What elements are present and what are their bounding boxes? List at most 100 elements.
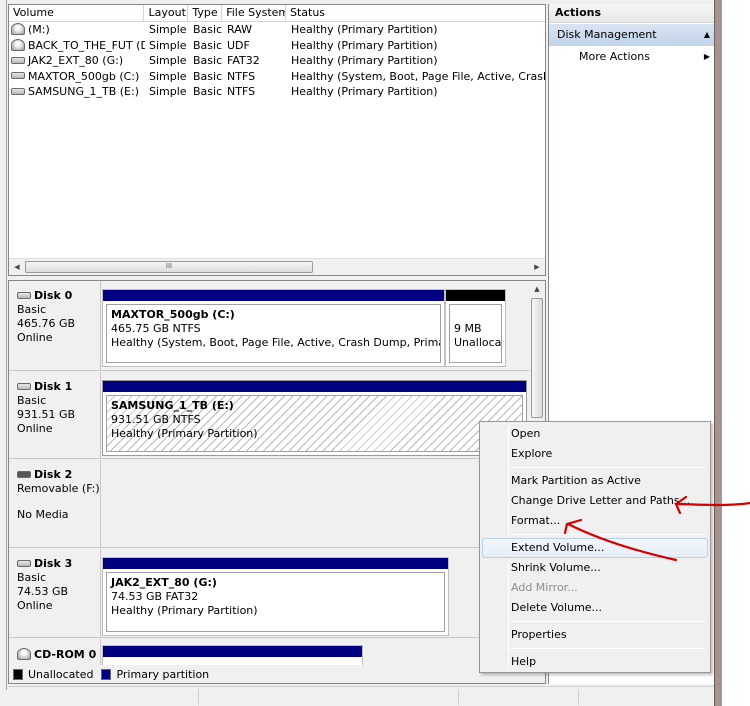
window-left-edge [0,0,7,690]
section-label: Disk Management [557,28,657,41]
partition-jak2-g[interactable]: JAK2_EXT_80 (G:) 74.53 GB FAT32 Healthy … [102,557,449,636]
collapse-up-icon[interactable]: ▲ [704,24,710,46]
volume-name: BACK_TO_THE_FUT (D:) [28,38,145,52]
primary-partition-bar [103,646,362,657]
volume-status: Healthy (System, Boot, Page File, Active… [291,69,545,83]
menu-item-extend-volume[interactable]: Extend Volume... [482,538,708,558]
disk-name: CD-ROM 0 [34,648,97,661]
status-bar-divider [458,689,459,705]
column-header-layout[interactable]: Layout [144,5,189,22]
volume-fs: FAT32 [227,54,260,67]
hard-drive-icon [17,559,31,567]
unallocated-swatch [13,668,23,680]
submenu-arrow-icon: ▶ [703,52,710,61]
volume-name: SAMSUNG_1_TB (E:) [28,85,139,98]
partition-status: Unallocat [454,336,502,349]
menu-item-properties[interactable]: Properties [482,625,708,645]
partition-name: SAMSUNG_1_TB (E:) [111,399,234,412]
menu-item-shrink-volume[interactable]: Shrink Volume... [482,558,708,578]
partition-maxtor-c[interactable]: MAXTOR_500gb (C:) 465.75 GB NTFS Healthy… [102,289,445,367]
partition-status: Healthy (System, Boot, Page File, Active… [111,336,440,349]
primary-partition-bar [103,558,448,569]
volume-layout: Simple [149,69,187,83]
disk-row-2[interactable]: Disk 2 Removable (F:) No Media [9,460,531,548]
status-bar-divider [578,689,579,705]
hard-drive-icon [11,72,25,79]
context-menu: Open Explore Mark Partition as Active Ch… [479,421,711,673]
disk-info[interactable]: Disk 1 Basic 931.51 GB Online [9,372,101,458]
volume-type: Basic [193,85,223,98]
disk-size: 74.53 GB [17,585,69,598]
disk-state: Online [17,331,53,344]
menu-separator [510,648,706,649]
volume-layout: Simple [149,85,187,98]
window-right-edge [714,0,722,706]
volume-fs: NTFS [227,69,256,83]
column-header-status[interactable]: Status [286,5,545,22]
menu-separator [510,621,706,622]
disk-kind: Basic [17,303,47,316]
disk-info[interactable]: Disk 3 Basic 74.53 GB Online [9,549,101,637]
volume-row[interactable]: JAK2_EXT_80 (G:) Simple Basic FAT32 Heal… [9,53,545,69]
volume-row[interactable]: (M:) Simple Basic RAW Healthy (Primary P… [9,22,545,38]
disk-row-1[interactable]: Disk 1 Basic 931.51 GB Online SAMSUNG_1_… [9,372,531,459]
disk-kind: Basic [17,394,47,407]
disk-info[interactable]: Disk 2 Removable (F:) No Media [9,460,101,547]
disk-state: Online [17,599,53,612]
scroll-right-arrow-icon[interactable]: ▶ [529,259,545,276]
menu-separator [510,467,706,468]
volume-name: MAXTOR_500gb (C:) [28,69,140,83]
actions-title: Actions [549,4,718,23]
actions-section-disk-management[interactable]: Disk Management ▲ [549,24,718,46]
disk-row-0[interactable]: Disk 0 Basic 465.76 GB Online MAXTOR_500… [9,281,531,371]
menu-item-change-drive-letter[interactable]: Change Drive Letter and Paths... [482,491,708,511]
volume-row[interactable]: MAXTOR_500gb (C:) Simple Basic NTFS Heal… [9,69,545,85]
scroll-left-arrow-icon[interactable]: ◀ [9,259,25,276]
unallocated-bar [446,290,505,301]
more-actions-item[interactable]: More Actions ▶ [549,46,718,68]
disk-state: Online [17,422,53,435]
partition-status: Healthy (Primary Partition) [111,604,258,617]
menu-item-explore[interactable]: Explore [482,444,708,464]
column-header-type[interactable]: Type [188,5,223,22]
column-header-volume[interactable]: Volume [9,5,145,22]
column-header-file-system[interactable]: File System [222,5,286,22]
cd-drive-icon [17,648,31,660]
disk-name: Disk 0 [34,289,73,302]
partition-body: 9 MB Unallocat [449,304,502,363]
primary-partition-swatch [101,668,112,680]
menu-item-format[interactable]: Format... [482,511,708,531]
volume-status: Healthy (Primary Partition) [291,54,438,67]
menu-item-mark-active[interactable]: Mark Partition as Active [482,471,708,491]
volume-row[interactable]: BACK_TO_THE_FUT (D:) Simple Basic UDF He… [9,38,545,54]
horizontal-scrollbar[interactable]: ◀ III ▶ [9,258,545,275]
scroll-up-arrow-icon[interactable]: ▲ [529,281,545,297]
partition-unallocated[interactable]: 9 MB Unallocat [445,289,506,367]
volume-status: Healthy (Primary Partition) [291,38,438,52]
disk-graphical-pane: Disk 0 Basic 465.76 GB Online MAXTOR_500… [8,280,546,684]
menu-item-help[interactable]: Help [482,652,708,672]
hard-drive-icon [11,56,25,64]
disk-row-3[interactable]: Disk 3 Basic 74.53 GB Online JAK2_EXT_80… [9,549,531,638]
status-bar [8,686,714,706]
partition-status: Healthy (Primary Partition) [111,427,258,440]
volume-fs: RAW [227,23,252,36]
vertical-scroll-thumb[interactable] [531,298,543,418]
partition-detail: 74.53 GB FAT32 [111,590,199,603]
menu-item-open[interactable]: Open [482,424,708,444]
menu-item-delete-volume[interactable]: Delete Volume... [482,598,708,618]
disk-name: Disk 2 [34,468,73,481]
partition-name: JAK2_EXT_80 (G:) [111,576,217,589]
disk-info[interactable]: Disk 0 Basic 465.76 GB Online [9,281,101,370]
disk-state: No Media [17,508,69,521]
volume-row[interactable]: SAMSUNG_1_TB (E:) Simple Basic NTFS Heal… [9,84,545,100]
disk-kind: Removable (F:) [17,482,100,495]
volume-name: JAK2_EXT_80 (G:) [28,54,124,67]
partition-detail: 931.51 GB NTFS [111,413,201,426]
volume-status: Healthy (Primary Partition) [291,23,438,36]
volume-rows: (M:) Simple Basic RAW Healthy (Primary P… [9,22,545,100]
partition-samsung-e[interactable]: SAMSUNG_1_TB (E:) 931.51 GB NTFS Healthy… [102,380,527,456]
disk-kind: Basic [17,571,47,584]
partition-detail: 9 MB [454,322,482,335]
horizontal-scroll-thumb[interactable]: III [25,261,313,273]
